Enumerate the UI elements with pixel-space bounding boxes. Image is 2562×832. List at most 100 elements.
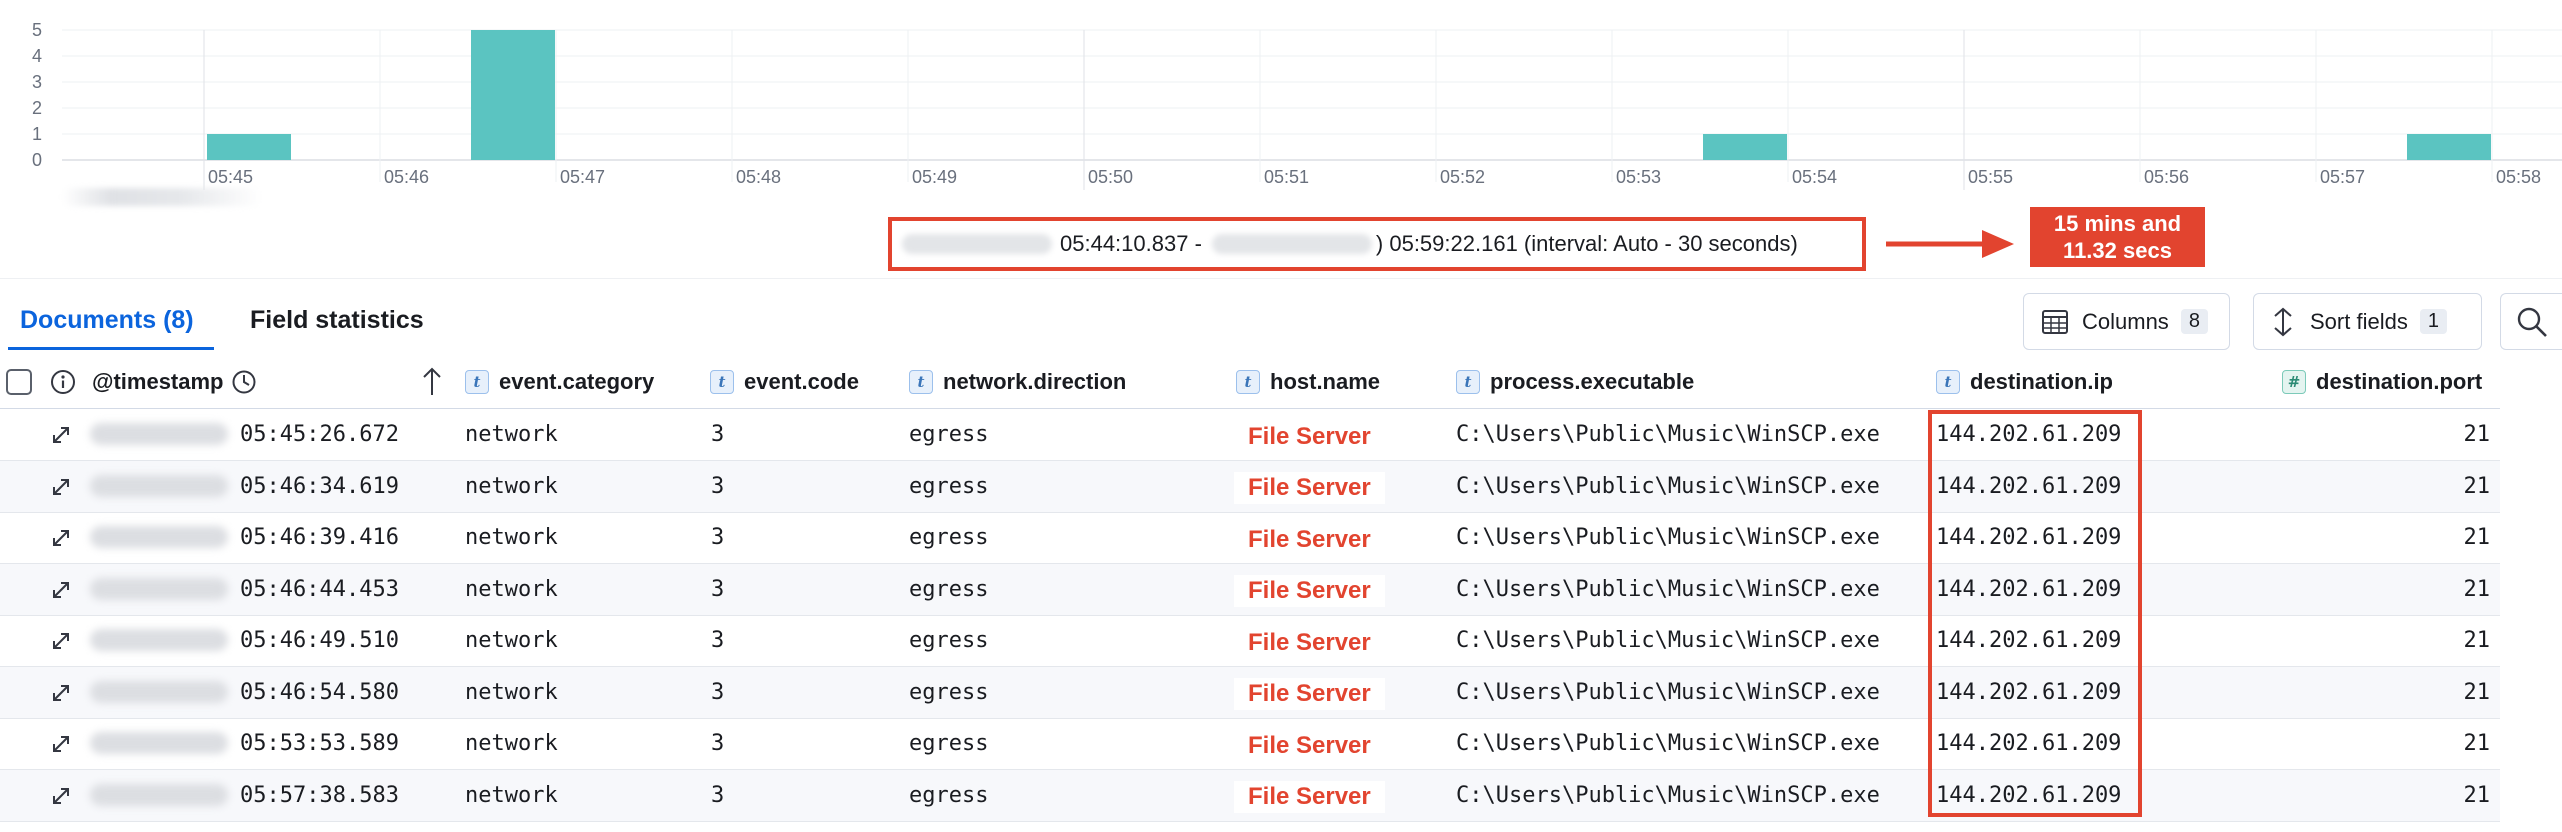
cell-destination-port: 21: [2463, 473, 2491, 499]
cell-host-name: File Server: [1234, 729, 1385, 762]
cell-destination-port: 21: [2463, 576, 2491, 602]
tab-field-statistics[interactable]: Field statistics: [250, 306, 424, 335]
cell-process-executable: C:\Users\Public\Music\WinSCP.exe: [1456, 731, 1880, 756]
text-field-type-icon: t: [909, 369, 933, 394]
cell-timestamp: 05:45:26.672: [240, 422, 399, 447]
cell-process-executable: C:\Users\Public\Music\WinSCP.exe: [1456, 473, 1880, 499]
sort-ascending-icon[interactable]: [420, 355, 444, 408]
header-destination-ip[interactable]: t destination.ip: [1936, 355, 2113, 408]
histogram-bar[interactable]: [1703, 134, 1787, 160]
cell-process-executable: C:\Users\Public\Music\WinSCP.exe: [1456, 525, 1880, 550]
cell-host-name: File Server: [1234, 575, 1385, 607]
blurred-end-date: [1211, 234, 1372, 254]
table-row[interactable]: 05:53:53.589 network 3 egress File Server C:\…: [0, 718, 2500, 770]
x-tick-label: 05:54: [1792, 167, 1837, 187]
cell-destination-ip: 144.202.61.209: [1936, 473, 2122, 499]
expand-icon[interactable]: [48, 474, 74, 500]
y-tick-label: 1: [32, 124, 42, 144]
histogram-bar[interactable]: [207, 134, 291, 160]
text-field-type-icon: t: [1236, 369, 1260, 394]
header-label: destination.port: [2316, 368, 2483, 394]
table-row[interactable]: 05:57:38.583 network 3 egress File Server C:\…: [0, 769, 2500, 822]
expand-icon[interactable]: [48, 422, 74, 448]
header-timestamp-label: @timestamp: [92, 368, 224, 394]
cell-host-name: File Server: [1234, 626, 1385, 659]
cell-network-direction: egress: [909, 679, 989, 705]
header-label: event.category: [499, 368, 655, 394]
cell-destination-port: 21: [2463, 731, 2491, 756]
x-tick-label: 05:49: [912, 167, 957, 187]
select-all-checkbox[interactable]: [6, 368, 32, 395]
blurred-date: [90, 526, 228, 548]
cell-event-code: 3: [711, 422, 725, 447]
sort-fields-button[interactable]: Sort fields 1: [2253, 293, 2482, 350]
table-row[interactable]: 05:46:54.580 network 3 egress File Server C:\…: [0, 666, 2500, 719]
header-event-category[interactable]: t event.category: [465, 355, 654, 408]
histogram-bars[interactable]: [207, 30, 2491, 160]
cell-process-executable: C:\Users\Public\Music\WinSCP.exe: [1456, 422, 1880, 447]
event-histogram[interactable]: 543210 05:45 05:46 05:47 05:48 05:49 05:50 05:…: [0, 0, 2562, 195]
duration-line-1: 15 mins and: [2053, 211, 2182, 236]
cell-destination-ip: 144.202.61.209: [1936, 679, 2122, 705]
columns-button[interactable]: Columns 8: [2023, 293, 2230, 350]
expand-icon[interactable]: [48, 577, 74, 603]
cell-destination-ip: 144.202.61.209: [1936, 525, 2122, 550]
cell-event-code: 3: [711, 679, 725, 705]
cell-network-direction: egress: [909, 422, 989, 447]
x-tick-label: 05:50: [1088, 167, 1133, 187]
cell-destination-ip: 144.202.61.209: [1936, 576, 2122, 602]
expand-icon[interactable]: [48, 525, 74, 551]
histogram-bar[interactable]: [2407, 134, 2491, 160]
columns-icon: [2042, 309, 2068, 334]
select-all-cell[interactable]: [6, 355, 32, 408]
info-icon[interactable]: [50, 369, 76, 395]
cell-destination-ip: 144.202.61.209: [1936, 628, 2122, 653]
histogram-grid: [62, 29, 2562, 190]
expand-icon[interactable]: [48, 731, 74, 757]
text-field-type-icon: t: [1456, 369, 1480, 394]
cell-destination-port: 21: [2463, 782, 2491, 808]
table-row[interactable]: 05:46:34.619 network 3 egress File Server C:\…: [0, 460, 2500, 513]
time-range-end: ) 05:59:22.161 (interval: Auto - 30 seco…: [1375, 231, 1798, 256]
columns-count-badge: 8: [2180, 309, 2208, 334]
text-field-type-icon: t: [465, 369, 489, 394]
tab-documents[interactable]: Documents (8): [20, 306, 194, 335]
cell-network-direction: egress: [909, 525, 989, 550]
number-field-type-icon: #: [2282, 369, 2306, 394]
table-row[interactable]: 05:46:49.510 network 3 egress File Server C:\…: [0, 615, 2500, 667]
y-tick-label: 3: [32, 72, 42, 92]
x-tick-label: 05:48: [736, 167, 781, 187]
table-row[interactable]: 05:46:44.453 network 3 egress File Server C:\…: [0, 563, 2500, 616]
cell-destination-port: 21: [2463, 679, 2491, 705]
table-row[interactable]: 05:46:39.416 network 3 egress File Server C:\…: [0, 512, 2500, 564]
cell-host-name: File Server: [1234, 523, 1385, 556]
cell-process-executable: C:\Users\Public\Music\WinSCP.exe: [1456, 679, 1880, 705]
x-tick-label: 05:56: [2144, 167, 2189, 187]
section-divider: [0, 278, 2562, 279]
search-button[interactable]: [2500, 293, 2562, 350]
table-row[interactable]: 05:45:26.672 network 3 egress File Server C:\…: [0, 409, 2500, 461]
header-destination-port[interactable]: # destination.port: [2282, 355, 2482, 408]
header-host-name[interactable]: t host.name: [1236, 355, 1380, 408]
histogram-bar[interactable]: [471, 30, 555, 160]
expand-icon[interactable]: [48, 628, 74, 654]
sort-fields-label: Sort fields: [2310, 308, 2408, 334]
text-field-type-icon: t: [1936, 369, 1960, 394]
cell-destination-ip: 144.202.61.209: [1936, 782, 2122, 808]
text-field-type-icon: t: [710, 369, 734, 394]
table-header: @timestamp t event.category t event.code…: [0, 355, 2500, 409]
cell-host-name: File Server: [1234, 472, 1385, 504]
header-event-code[interactable]: t event.code: [710, 355, 859, 408]
blurred-date: [90, 783, 228, 806]
y-tick-label: 0: [32, 150, 42, 170]
info-cell[interactable]: [50, 355, 76, 408]
header-label: destination.ip: [1970, 368, 2113, 394]
expand-icon[interactable]: [48, 680, 74, 706]
expand-icon[interactable]: [48, 783, 74, 809]
cell-network-direction: egress: [909, 731, 989, 756]
cell-destination-port: 21: [2463, 422, 2491, 447]
header-timestamp[interactable]: @timestamp: [92, 355, 257, 408]
cell-network-direction: egress: [909, 576, 989, 602]
header-network-direction[interactable]: t network.direction: [909, 355, 1126, 408]
header-process-executable[interactable]: t process.executable: [1456, 355, 1694, 408]
